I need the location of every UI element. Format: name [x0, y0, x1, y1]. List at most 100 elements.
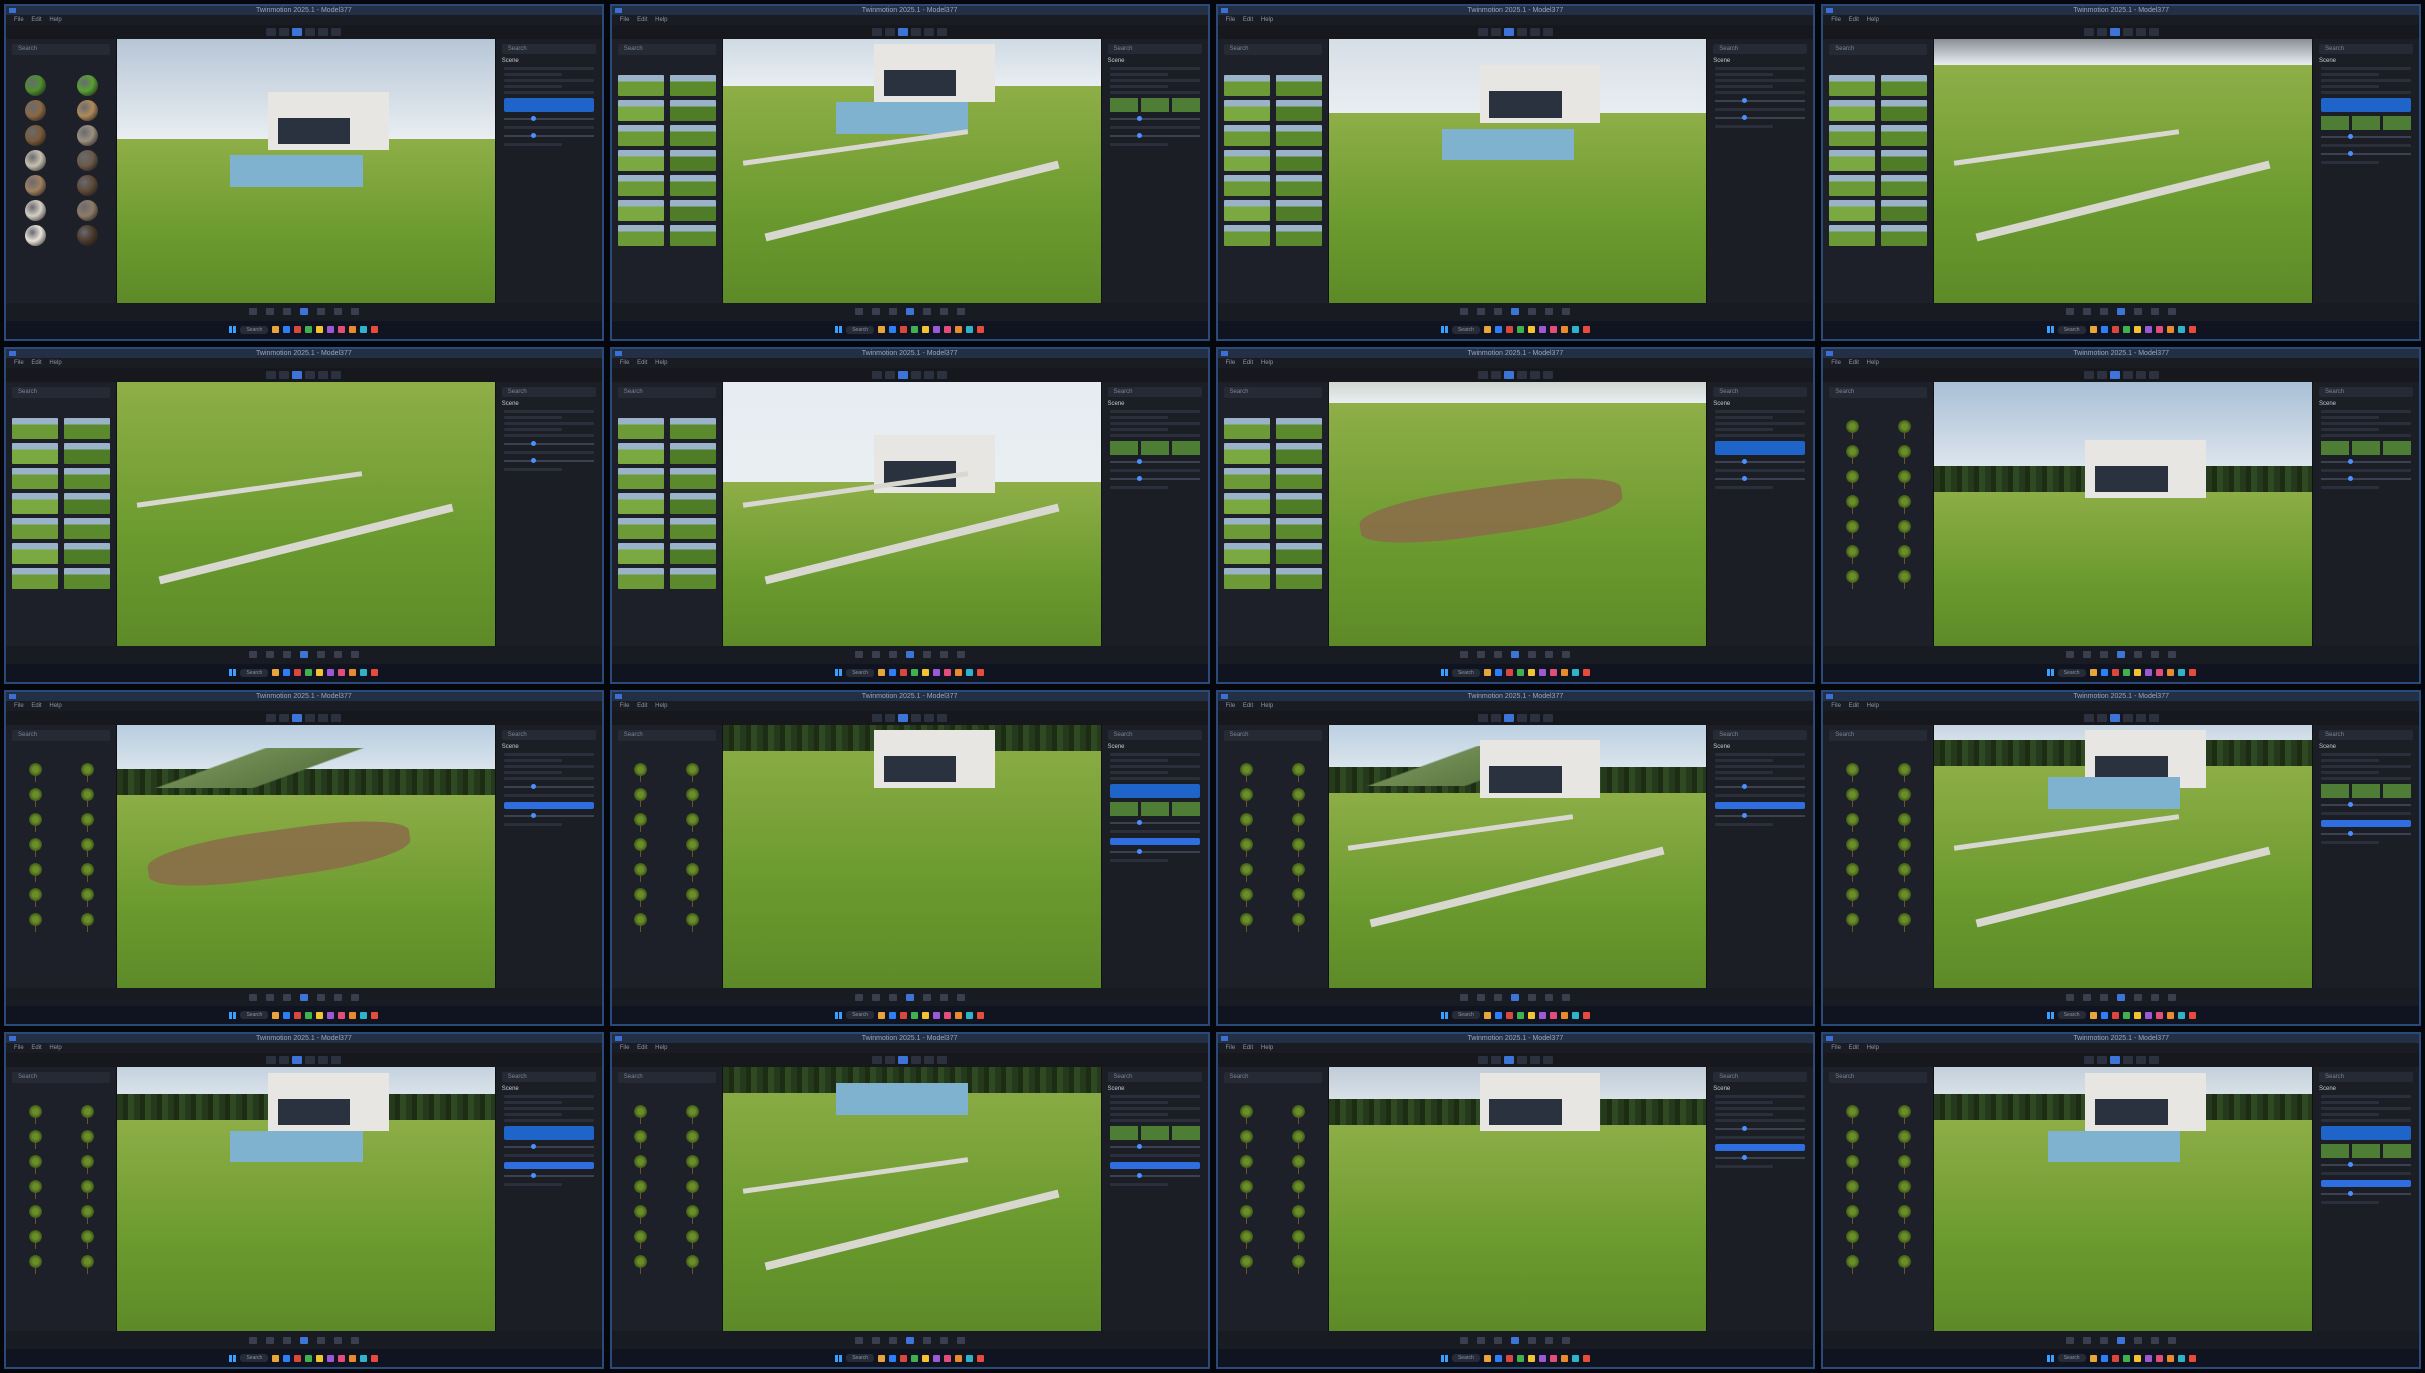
dock-button[interactable] — [282, 993, 291, 1001]
material-thumbnail[interactable] — [24, 175, 46, 196]
windows-start-icon[interactable] — [229, 1011, 237, 1019]
plant-thumbnail[interactable] — [1288, 1103, 1309, 1125]
app-icon[interactable] — [1538, 326, 1546, 334]
scene-tree-row[interactable] — [1109, 770, 1168, 774]
dock-button[interactable] — [316, 308, 325, 316]
app-icon[interactable] — [2155, 326, 2163, 334]
toolbar-button[interactable] — [1477, 28, 1488, 36]
library-search-input[interactable]: Search — [1829, 1072, 1928, 1084]
scene-tree-row[interactable] — [1109, 764, 1200, 768]
scene-tree-row[interactable] — [1109, 1107, 1200, 1111]
dock-button[interactable] — [871, 1336, 880, 1344]
plant-thumbnail[interactable] — [25, 886, 46, 907]
scene-tree-row[interactable] — [503, 85, 562, 88]
dock-button[interactable] — [888, 993, 897, 1001]
toolbar-button[interactable] — [1542, 713, 1553, 722]
app-icon[interactable] — [911, 1011, 919, 1019]
toolbar-button[interactable] — [937, 28, 948, 36]
dock-button[interactable] — [1562, 651, 1571, 658]
app-icon[interactable] — [2166, 669, 2174, 676]
scene-tree-row[interactable] — [2321, 764, 2411, 768]
scene-tree-row[interactable] — [2321, 67, 2411, 70]
3d-viewport[interactable] — [1328, 39, 1707, 303]
plant-thumbnail[interactable] — [1894, 886, 1915, 907]
file-explorer-icon[interactable] — [1483, 1354, 1491, 1362]
dock-button[interactable] — [1494, 1336, 1503, 1344]
grass-thumbnail[interactable] — [617, 200, 664, 221]
dock-button[interactable] — [282, 1336, 291, 1344]
dock-button[interactable] — [2117, 651, 2126, 658]
scene-tree-row[interactable] — [2321, 433, 2411, 437]
plant-thumbnail[interactable] — [1288, 1253, 1309, 1275]
toolbar-button[interactable] — [1477, 370, 1488, 379]
grass-thumbnail[interactable] — [1275, 467, 1322, 489]
dock-button[interactable] — [2100, 308, 2109, 316]
taskbar-search-input[interactable]: Search — [846, 1354, 875, 1362]
scene-tree-row[interactable] — [503, 79, 594, 82]
menu-item-edit[interactable]: Edit — [31, 17, 41, 23]
panel-search-input[interactable]: Search — [1107, 44, 1202, 54]
taskbar-search-input[interactable]: Search — [2057, 1354, 2086, 1362]
dock-button[interactable] — [333, 308, 342, 316]
menu-item-file[interactable]: File — [1831, 360, 1841, 366]
menu-item-file[interactable]: File — [620, 703, 630, 709]
scene-tree-row[interactable] — [1109, 421, 1200, 425]
dock-button[interactable] — [1477, 993, 1486, 1001]
app-icon[interactable] — [305, 1011, 313, 1019]
app-icon[interactable] — [294, 326, 302, 334]
dock-button[interactable] — [956, 308, 965, 316]
plant-thumbnail[interactable] — [1842, 1253, 1863, 1275]
file-explorer-icon[interactable] — [2089, 1011, 2097, 1019]
app-icon[interactable] — [1516, 1011, 1524, 1019]
app-icon[interactable] — [1538, 1354, 1546, 1362]
grass-thumbnail[interactable] — [669, 542, 716, 564]
grass-thumbnail[interactable] — [1275, 225, 1322, 246]
dock-button[interactable] — [1494, 651, 1503, 658]
menu-item-edit[interactable]: Edit — [1849, 1045, 1859, 1051]
dock-button[interactable] — [265, 651, 274, 658]
app-icon[interactable] — [1549, 669, 1557, 676]
app-icon[interactable] — [922, 1011, 930, 1019]
edge-icon[interactable] — [2100, 669, 2108, 676]
app-icon[interactable] — [922, 1354, 930, 1362]
grass-thumbnail[interactable] — [1223, 175, 1270, 196]
plant-thumbnail[interactable] — [1894, 1153, 1915, 1175]
plant-thumbnail[interactable] — [1842, 836, 1863, 857]
app-icon[interactable] — [944, 1354, 952, 1362]
menu-item-edit[interactable]: Edit — [1243, 1045, 1253, 1051]
app-icon[interactable] — [900, 669, 908, 676]
panel-search-input[interactable]: Search — [1107, 386, 1202, 397]
app-icon[interactable] — [933, 669, 941, 676]
plant-thumbnail[interactable] — [1236, 1203, 1257, 1225]
taskbar-search-input[interactable]: Search — [240, 1354, 269, 1362]
dock-button[interactable] — [888, 1336, 897, 1344]
toolbar-button[interactable] — [292, 370, 303, 379]
plant-thumbnail[interactable] — [1288, 811, 1309, 832]
plant-thumbnail[interactable] — [25, 1178, 46, 1200]
app-icon[interactable] — [305, 669, 313, 676]
plant-thumbnail[interactable] — [77, 1153, 98, 1175]
dock-button[interactable] — [2117, 308, 2126, 316]
plant-thumbnail[interactable] — [630, 1203, 651, 1225]
grass-thumbnail[interactable] — [669, 492, 716, 514]
dock-button[interactable] — [888, 308, 897, 316]
grass-thumbnail[interactable] — [1829, 100, 1876, 121]
app-icon[interactable] — [1582, 1354, 1590, 1362]
toolbar-button[interactable] — [872, 713, 883, 722]
toolbar-button[interactable] — [1542, 28, 1553, 36]
dock-button[interactable] — [956, 1336, 965, 1344]
menu-item-help[interactable]: Help — [49, 360, 61, 366]
dock-button[interactable] — [350, 1336, 359, 1344]
grass-thumbnail[interactable] — [1223, 492, 1270, 514]
grass-thumbnail[interactable] — [1275, 75, 1322, 96]
menu-item-help[interactable]: Help — [1867, 1045, 1879, 1051]
dock-button[interactable] — [1511, 1336, 1520, 1344]
scene-tree-row[interactable] — [503, 427, 562, 431]
menu-item-help[interactable]: Help — [655, 1045, 667, 1051]
app-icon[interactable] — [2155, 1354, 2163, 1362]
taskbar-search-input[interactable]: Search — [240, 325, 269, 334]
edge-icon[interactable] — [889, 1354, 897, 1362]
dock-button[interactable] — [1528, 993, 1537, 1001]
toolbar-button[interactable] — [305, 1056, 316, 1065]
grass-thumbnail[interactable] — [64, 492, 110, 514]
